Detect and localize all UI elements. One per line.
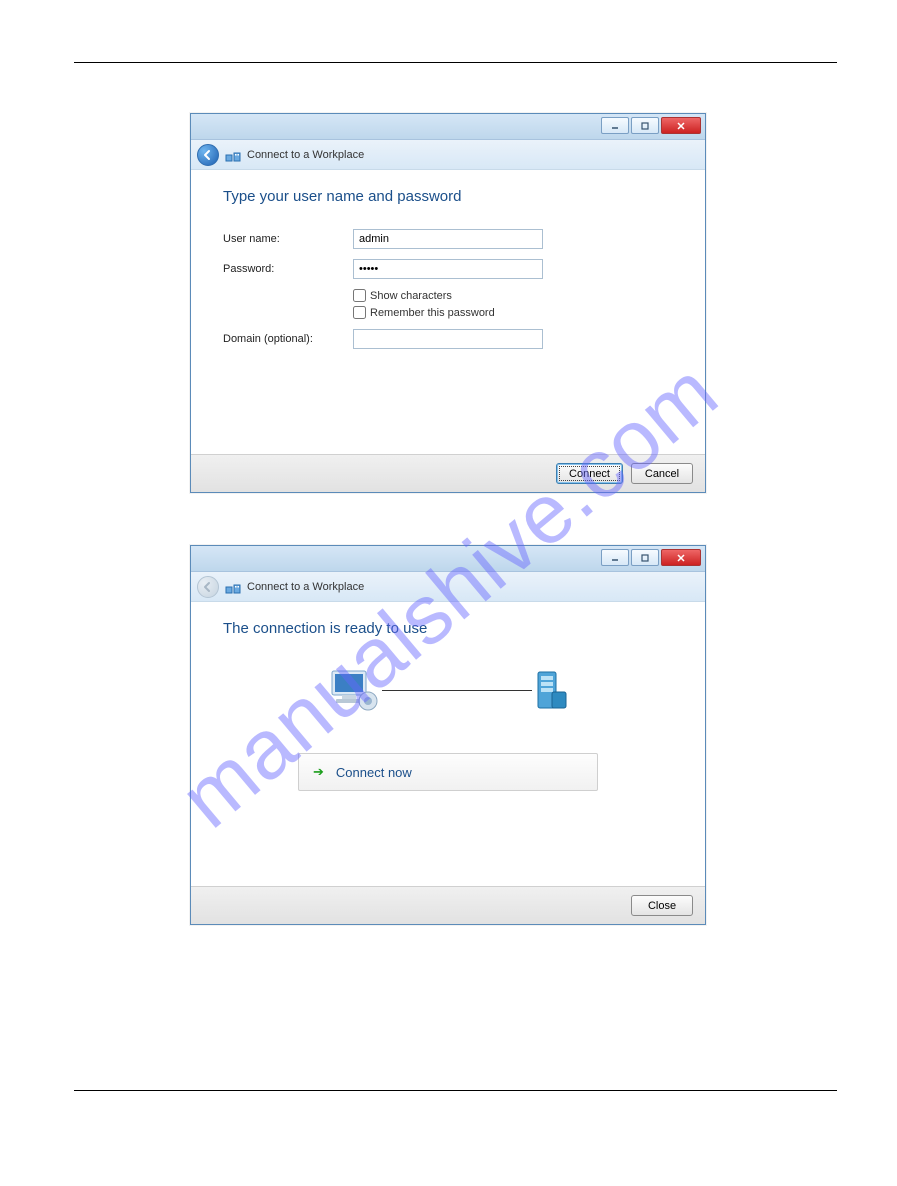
connect-workplace-ready-dialog: Connect to a Workplace The connection is… [190, 545, 706, 925]
connection-line [382, 690, 532, 691]
remember-password-label: Remember this password [370, 307, 495, 319]
remember-password-row: Remember this password [353, 306, 673, 319]
workplace-icon [225, 147, 241, 163]
dialog-nav-title: Connect to a Workplace [247, 581, 364, 593]
remember-password-checkbox[interactable] [353, 306, 366, 319]
connect-workplace-credentials-dialog: Connect to a Workplace Type your user na… [190, 113, 706, 493]
show-characters-row: Show characters [353, 289, 673, 302]
domain-input[interactable] [353, 329, 543, 349]
back-button[interactable] [197, 144, 219, 166]
dialog-heading: Type your user name and password [223, 188, 673, 205]
computer-icon [326, 667, 382, 713]
connect-now-button[interactable]: ➔ Connect now [298, 753, 598, 791]
dialog-footer: Close [191, 886, 705, 924]
cancel-button[interactable]: Cancel [631, 463, 693, 484]
close-button[interactable] [661, 117, 701, 134]
arrow-right-icon: ➔ [313, 764, 324, 780]
connect-now-label: Connect now [336, 765, 412, 780]
workplace-icon [225, 579, 241, 595]
dialog-heading: The connection is ready to use [223, 620, 673, 637]
dialog-nav-bar: Connect to a Workplace [191, 572, 705, 602]
username-label: User name: [223, 233, 353, 245]
username-row: User name: [223, 229, 673, 249]
back-button-disabled [197, 576, 219, 598]
domain-label: Domain (optional): [223, 333, 353, 345]
show-characters-checkbox[interactable] [353, 289, 366, 302]
minimize-button[interactable] [601, 549, 629, 566]
window-titlebar [191, 546, 705, 572]
dialog-nav-title: Connect to a Workplace [247, 149, 364, 161]
page-bottom-rule [74, 1090, 837, 1091]
dialog-body: Type your user name and password User na… [191, 170, 705, 454]
maximize-button[interactable] [631, 549, 659, 566]
close-dialog-button[interactable]: Close [631, 895, 693, 916]
domain-row: Domain (optional): [223, 329, 673, 349]
minimize-button[interactable] [601, 117, 629, 134]
password-input[interactable] [353, 259, 543, 279]
window-titlebar [191, 114, 705, 140]
username-input[interactable] [353, 229, 543, 249]
password-row: Password: [223, 259, 673, 279]
close-button[interactable] [661, 549, 701, 566]
connection-graphic [223, 667, 673, 713]
page-top-rule [74, 62, 837, 63]
password-label: Password: [223, 263, 353, 275]
dialog-body: The connection is ready to use ➔ Conn [191, 602, 705, 886]
dialog-nav-bar: Connect to a Workplace [191, 140, 705, 170]
show-characters-label: Show characters [370, 290, 452, 302]
connect-button[interactable]: Connect [556, 463, 623, 484]
server-icon [532, 668, 570, 712]
maximize-button[interactable] [631, 117, 659, 134]
dialog-footer: Connect Cancel [191, 454, 705, 492]
